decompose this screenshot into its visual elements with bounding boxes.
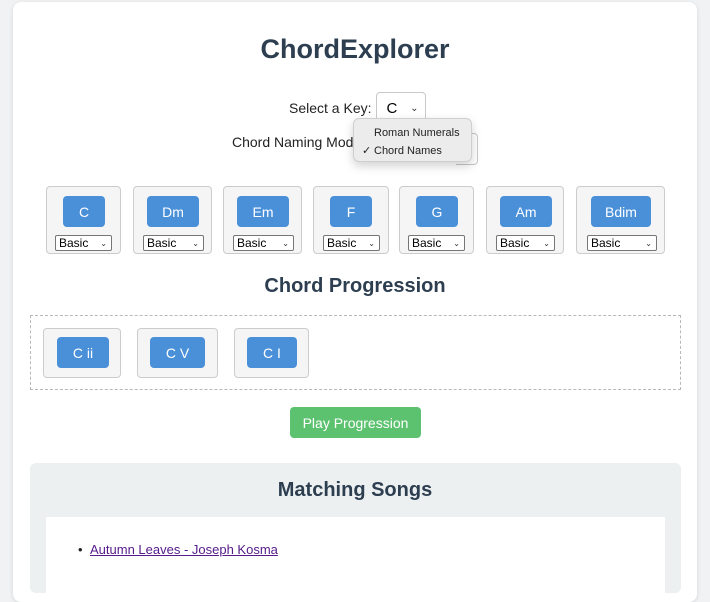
progression-chord-button[interactable]: C I [247, 337, 297, 368]
chord-card: F Basic ⌄ [313, 186, 389, 254]
chord-variant-select[interactable]: Basic ⌄ [323, 235, 380, 251]
progression-chord-button[interactable]: C ii [57, 337, 109, 368]
chord-palette: C Basic ⌄ Dm Basic ⌄ Em Basic ⌄ F Basic ⌄ G … [46, 186, 666, 256]
progression-item: C ii [43, 328, 121, 378]
chord-card: Em Basic ⌄ [223, 186, 302, 254]
progression-chord-button[interactable]: C V [150, 337, 205, 368]
page-title: ChordExplorer [260, 34, 450, 64]
naming-mode-row: Chord Naming Mode [232, 134, 361, 150]
chord-button[interactable]: Bdim [591, 196, 651, 227]
chord-button[interactable]: Em [237, 196, 289, 227]
chord-variant-value: Basic [327, 236, 357, 250]
play-progression-button[interactable]: Play Progression [290, 407, 421, 438]
progression-title: Chord Progression [264, 275, 446, 297]
dropdown-option-label: Roman Numerals [374, 127, 460, 139]
chevron-down-icon: ⌄ [543, 238, 550, 248]
chevron-down-icon: ⌄ [192, 238, 199, 248]
chevron-down-icon: ⌄ [100, 238, 107, 248]
chord-variant-value: Basic [591, 236, 621, 250]
chord-button[interactable]: G [416, 196, 458, 227]
chord-button[interactable]: F [330, 196, 372, 227]
chevron-down-icon: ⌄ [282, 238, 289, 248]
chord-card: G Basic ⌄ [399, 186, 474, 254]
chord-variant-value: Basic [147, 236, 177, 250]
chord-variant-select[interactable]: Basic ⌄ [408, 235, 465, 251]
chord-variant-select[interactable]: Basic ⌄ [233, 235, 294, 251]
naming-mode-label: Chord Naming Mode [232, 134, 362, 150]
chord-variant-select[interactable]: Basic ⌄ [496, 235, 555, 251]
key-label: Select a Key: [289, 100, 372, 116]
chord-variant-select[interactable]: Basic ⌄ [587, 235, 657, 251]
chord-card: C Basic ⌄ [46, 186, 121, 254]
chord-button[interactable]: Am [500, 196, 552, 227]
dropdown-option-label: Chord Names [374, 145, 442, 157]
chevron-down-icon: ⌄ [368, 238, 375, 248]
songs-list [46, 517, 665, 597]
chord-variant-value: Basic [500, 236, 530, 250]
chevron-down-icon: ⌄ [453, 238, 460, 248]
chord-card: Dm Basic ⌄ [133, 186, 212, 254]
naming-mode-dropdown: Roman Numerals ✓ Chord Names [353, 118, 472, 162]
chord-variant-value: Basic [59, 236, 89, 250]
chord-variant-select[interactable]: Basic ⌄ [55, 235, 112, 251]
checkmark-icon: ✓ [362, 145, 372, 157]
matching-songs-title: Matching Songs [277, 479, 433, 501]
chord-variant-select[interactable]: Basic ⌄ [143, 235, 204, 251]
song-link[interactable]: Autumn Leaves - Joseph Kosma [90, 542, 278, 557]
chord-variant-value: Basic [412, 236, 442, 250]
chord-variant-value: Basic [237, 236, 267, 250]
dropdown-option-roman-numerals[interactable]: Roman Numerals [354, 124, 471, 142]
progression-item: C I [234, 328, 309, 378]
list-bullet: • [78, 542, 83, 557]
chord-card: Bdim Basic ⌄ [576, 186, 665, 254]
chord-button[interactable]: Dm [147, 196, 199, 227]
chevron-down-icon: ⌄ [410, 102, 419, 114]
chord-button[interactable]: C [63, 196, 105, 227]
chord-card: Am Basic ⌄ [486, 186, 564, 254]
chevron-down-icon: ⌄ [645, 238, 652, 248]
progression-item: C V [137, 328, 218, 378]
progression-dropzone[interactable] [30, 315, 681, 390]
key-select-value: C [386, 99, 398, 117]
dropdown-option-chord-names[interactable]: ✓ Chord Names [354, 142, 471, 160]
